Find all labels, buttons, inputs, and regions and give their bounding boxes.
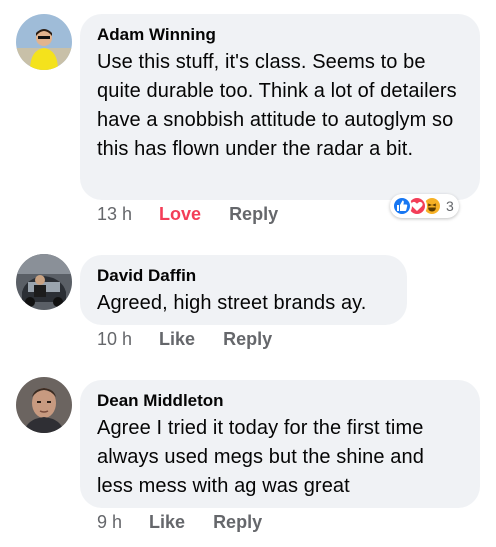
comment-text: Agreed, high street brands ay. xyxy=(97,292,367,314)
comment-text: Agree I tried it today for the first tim… xyxy=(97,417,424,497)
comment-author[interactable]: David Daffin xyxy=(97,266,391,286)
like-icon xyxy=(392,196,412,216)
avatar[interactable] xyxy=(16,377,72,433)
comment-bubble: Dean Middleton Agree I tried it today fo… xyxy=(80,380,480,508)
comment-timestamp[interactable]: 10 h xyxy=(97,329,132,350)
comment-author[interactable]: Adam Winning xyxy=(97,25,464,45)
like-button[interactable]: Like xyxy=(159,329,195,350)
like-button[interactable]: Like xyxy=(149,512,185,533)
love-reaction-button[interactable]: Love xyxy=(159,204,201,225)
comment-timestamp[interactable]: 9 h xyxy=(97,512,122,533)
reaction-summary[interactable]: 3 xyxy=(390,194,459,218)
comment-author[interactable]: Dean Middleton xyxy=(97,391,464,411)
comment-actions: 13 h Love Reply xyxy=(97,204,306,225)
comment-bubble: Adam Winning Use this stuff, it's class.… xyxy=(80,14,480,200)
comment-bubble: David Daffin Agreed, high street brands … xyxy=(80,255,407,325)
comment-timestamp[interactable]: 13 h xyxy=(97,204,132,225)
avatar[interactable] xyxy=(16,254,72,310)
reaction-count: 3 xyxy=(446,198,454,214)
reply-button[interactable]: Reply xyxy=(223,329,272,350)
comment-actions: 9 h Like Reply xyxy=(97,512,290,533)
avatar[interactable] xyxy=(16,14,72,70)
comment-actions: 10 h Like Reply xyxy=(97,329,300,350)
reply-button[interactable]: Reply xyxy=(213,512,262,533)
comment-text: Use this stuff, it's class. Seems to be … xyxy=(97,51,457,160)
reply-button[interactable]: Reply xyxy=(229,204,278,225)
